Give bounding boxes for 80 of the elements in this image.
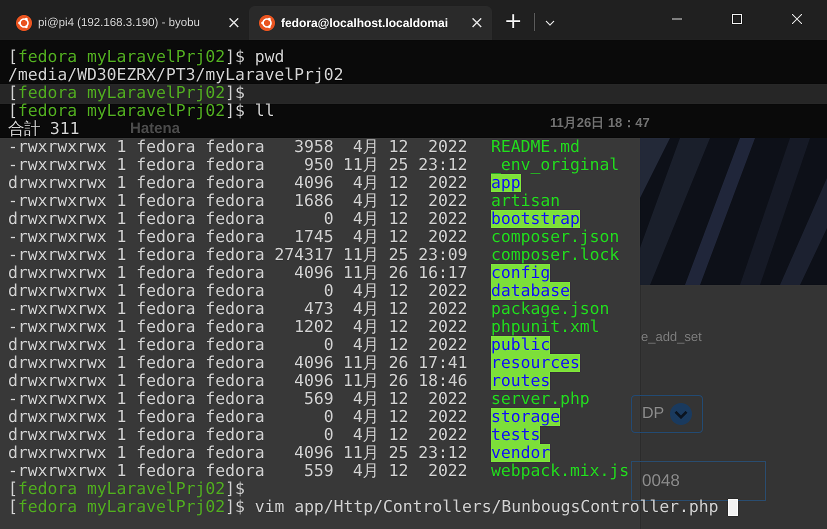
prompt-line: [fedora myLaravelPrj02]$ pwd bbox=[8, 48, 284, 66]
background-brand-text: Hatena bbox=[130, 120, 180, 137]
file-name: README.md bbox=[491, 138, 580, 156]
file-name: storage bbox=[491, 408, 560, 426]
file-info: -rwxrwxrwx 1 fedora fedora 559 bbox=[8, 462, 335, 480]
file-name: tests bbox=[491, 426, 540, 444]
file-info: drwxrwxrwx 1 fedora fedora 4096 bbox=[8, 354, 335, 372]
file-date: 4月 12 2022 bbox=[352, 336, 469, 354]
file-info: -rwxrwxrwx 1 fedora fedora 274317 bbox=[8, 246, 335, 264]
prompt-line: [fedora myLaravelPrj02]$ vim app/Http/Controllers/BunbougsController.php bbox=[8, 498, 719, 516]
file-date: 4月 12 2022 bbox=[352, 426, 469, 444]
file-info: drwxrwxrwx 1 fedora fedora 0 bbox=[8, 336, 335, 354]
file-name: database bbox=[491, 282, 570, 300]
new-tab-button[interactable]: + bbox=[500, 9, 526, 34]
file-name: webpack.mix.js bbox=[491, 462, 630, 480]
file-date: 11月 26 16:17 bbox=[343, 264, 469, 282]
file-date: 11月 26 17:41 bbox=[343, 354, 469, 372]
close-icon[interactable] bbox=[792, 14, 802, 24]
file-info: -rwxrwxrwx 1 fedora fedora 473 bbox=[8, 300, 335, 318]
file-name: composer.json bbox=[491, 228, 620, 246]
file-name: artisan bbox=[491, 192, 560, 210]
file-info: drwxrwxrwx 1 fedora fedora 4096 bbox=[8, 444, 335, 462]
file-date: 11月 26 18:46 bbox=[343, 372, 469, 390]
file-date: 4月 12 2022 bbox=[352, 318, 469, 336]
output-line: /media/WD30EZRX/PT3/myLaravelPrj02 bbox=[8, 66, 344, 84]
file-info: drwxrwxrwx 1 fedora fedora 4096 bbox=[8, 372, 335, 390]
file-name: vendor bbox=[491, 444, 550, 462]
close-tab-button[interactable]: × bbox=[466, 13, 488, 33]
file-date: 4月 12 2022 bbox=[352, 192, 469, 210]
file-info: -rwxrwxrwx 1 fedora fedora 1202 bbox=[8, 318, 335, 336]
file-name: phpunit.xml bbox=[491, 318, 600, 336]
file-date: 11月 25 23:12 bbox=[343, 444, 469, 462]
file-info: -rwxrwxrwx 1 fedora fedora 1745 bbox=[8, 228, 335, 246]
prompt-line: [fedora myLaravelPrj02]$ bbox=[8, 480, 245, 498]
file-info: drwxrwxrwx 1 fedora fedora 0 bbox=[8, 426, 335, 444]
output-line: 合計 311 bbox=[8, 120, 80, 138]
file-date: 4月 12 2022 bbox=[352, 390, 469, 408]
file-name: config bbox=[491, 264, 550, 282]
file-date: 4月 12 2022 bbox=[352, 210, 469, 228]
prompt-line: [fedora myLaravelPrj02]$ bbox=[8, 84, 245, 102]
file-date: 11月 25 23:09 bbox=[343, 246, 469, 264]
background-field-text: e_add_set bbox=[641, 329, 702, 344]
file-info: -rwxrwxrwx 1 fedora fedora 3958 bbox=[8, 138, 335, 156]
terminal-tab[interactable]: fedora@localhost.localdomai × bbox=[249, 6, 492, 40]
file-info: drwxrwxrwx 1 fedora fedora 4096 bbox=[8, 264, 335, 282]
file-info: -rwxrwxrwx 1 fedora fedora 950 bbox=[8, 156, 335, 174]
prompt-line: [fedora myLaravelPrj02]$ ll bbox=[8, 102, 274, 120]
file-info: drwxrwxrwx 1 fedora fedora 4096 bbox=[8, 174, 335, 192]
file-date: 4月 12 2022 bbox=[352, 462, 469, 480]
file-name: bootstrap bbox=[491, 210, 580, 228]
file-info: drwxrwxrwx 1 fedora fedora 0 bbox=[8, 210, 335, 228]
close-tab-button[interactable]: × bbox=[222, 13, 245, 33]
file-date: 4月 12 2022 bbox=[352, 300, 469, 318]
file-date: 4月 12 2022 bbox=[352, 228, 469, 246]
file-name: server.php bbox=[491, 390, 590, 408]
file-name: package.json bbox=[491, 300, 610, 318]
file-date: 4月 12 2022 bbox=[352, 282, 469, 300]
chevron-down-icon[interactable] bbox=[545, 20, 556, 26]
file-date: 4月 12 2022 bbox=[352, 138, 469, 156]
file-name: _env_original bbox=[491, 156, 620, 174]
terminal-tab[interactable]: pi@pi4 (192.168.3.190) - byobu × bbox=[6, 6, 249, 40]
file-name: public bbox=[491, 336, 550, 354]
background-clock: 11月26日 18：47 bbox=[550, 114, 650, 132]
ubuntu-logo-icon bbox=[16, 15, 32, 31]
maximize-icon[interactable] bbox=[732, 14, 742, 24]
file-info: -rwxrwxrwx 1 fedora fedora 569 bbox=[8, 390, 335, 408]
file-info: drwxrwxrwx 1 fedora fedora 0 bbox=[8, 282, 335, 300]
file-name: resources bbox=[491, 354, 580, 372]
file-date: 11月 25 23:12 bbox=[343, 156, 469, 174]
file-name: app bbox=[491, 174, 521, 192]
file-info: drwxrwxrwx 1 fedora fedora 0 bbox=[8, 408, 335, 426]
ubuntu-logo-icon bbox=[259, 15, 275, 31]
file-date: 4月 12 2022 bbox=[352, 408, 469, 426]
file-date: 4月 12 2022 bbox=[352, 174, 469, 192]
file-name: composer.lock bbox=[491, 246, 620, 264]
chevron-circle-icon bbox=[670, 403, 692, 425]
tab-title: fedora@localhost.localdomai bbox=[281, 16, 450, 30]
tab-title: pi@pi4 (192.168.3.190) - byobu bbox=[38, 17, 201, 29]
file-info: -rwxrwxrwx 1 fedora fedora 1686 bbox=[8, 192, 335, 210]
file-name: routes bbox=[491, 372, 550, 390]
